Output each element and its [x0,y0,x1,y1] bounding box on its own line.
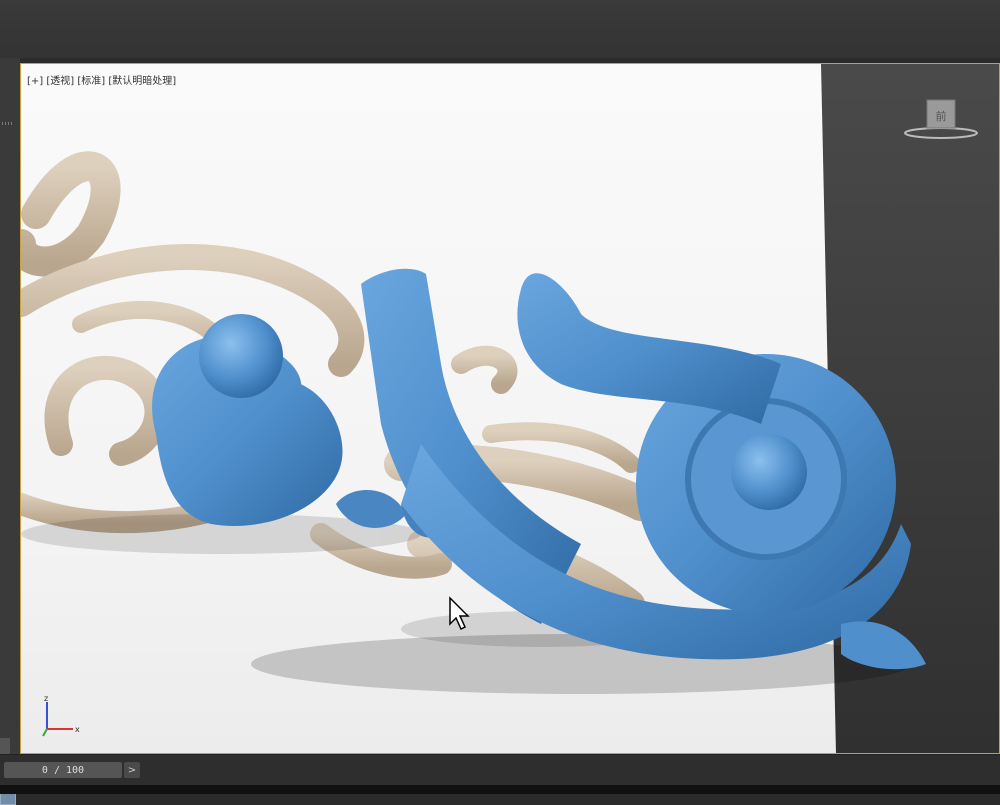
axis-x-label: x [75,725,80,734]
top-toolbar [0,0,1000,58]
frame-counter: 0 / 100 [41,764,85,776]
left-panel-strip [0,58,20,805]
axis-tripod-icon: z x [42,694,80,737]
next-frame-button[interactable]: > [124,762,140,778]
mouse-cursor-icon [449,596,470,631]
scene-render [21,151,926,694]
timeline-bar: 0 / 100 > [0,754,1000,794]
viewport-label[interactable]: [+] [透视] [标准] [默认明暗处理] [27,72,176,87]
axis-z-label: z [44,694,48,703]
viewcube-face-label: 前 [936,109,947,123]
perspective-viewport[interactable]: [+] [透视] [标准] [默认明暗处理] 前 z x [20,63,1000,754]
time-slider[interactable]: 0 / 100 [4,762,122,778]
chevron-right-icon: > [127,764,137,776]
panel-grip[interactable] [2,122,14,125]
viewcube-icon[interactable]: 前 [901,94,981,144]
